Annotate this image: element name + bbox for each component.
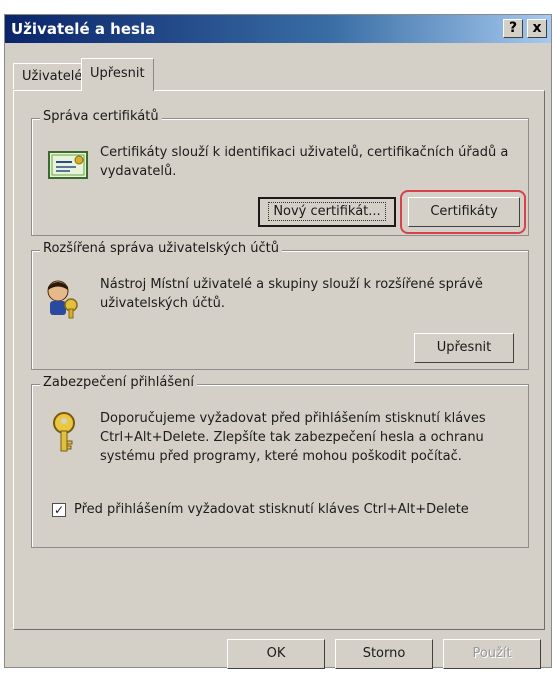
users-passwords-dialog: Uživatelé a hesla ? x Uživatelé Upřesnit… <box>4 14 552 669</box>
advanced-users-description: Nástroj Místní uživatelé a skupiny slouž… <box>100 277 483 311</box>
advanced-users-group-title: Rozšířená správa uživatelských účtů <box>40 241 282 256</box>
close-button[interactable]: x <box>527 19 547 38</box>
advanced-button[interactable]: Upřesnit <box>414 333 514 363</box>
advanced-users-group: Rozšířená správa uživatelských účtů Nást… <box>31 241 529 370</box>
window-title: Uživatelé a hesla <box>11 20 156 38</box>
secure-logon-group: Zabezpečení přihlášení Doporučujeme vyža… <box>31 375 529 548</box>
tab-advanced[interactable]: Upřesnit <box>81 58 154 91</box>
help-button[interactable]: ? <box>503 19 523 38</box>
certificates-description: Certifikáty slouží k identifikaci uživat… <box>100 145 509 179</box>
ctrl-alt-del-checkbox[interactable]: ✓ <box>52 503 66 517</box>
cancel-button[interactable]: Storno <box>335 639 433 669</box>
apply-button[interactable]: Použít <box>443 639 541 669</box>
new-certificate-label: Nový certifikát... <box>268 202 386 221</box>
tab-users[interactable]: Uživatelé <box>13 63 92 89</box>
ok-button[interactable]: OK <box>227 639 325 669</box>
secure-logon-description: Doporučujeme vyžadovat před přihlášením … <box>100 411 486 464</box>
key-icon <box>53 412 75 452</box>
highlight-annotation <box>400 190 526 234</box>
certificates-group-title: Správa certifikátů <box>40 109 162 124</box>
ctrl-alt-del-label: Před přihlášením vyžadovat stisknutí klá… <box>74 502 469 517</box>
secure-logon-group-title: Zabezpečení přihlášení <box>40 375 197 390</box>
users-keys-icon <box>47 280 78 319</box>
title-bar[interactable]: Uživatelé a hesla ? x <box>5 15 551 43</box>
new-certificate-button[interactable]: Nový certifikát... <box>258 197 396 227</box>
certificate-icon <box>48 151 88 179</box>
certificates-group: Správa certifikátů Certifikáty slouží k … <box>31 109 529 236</box>
